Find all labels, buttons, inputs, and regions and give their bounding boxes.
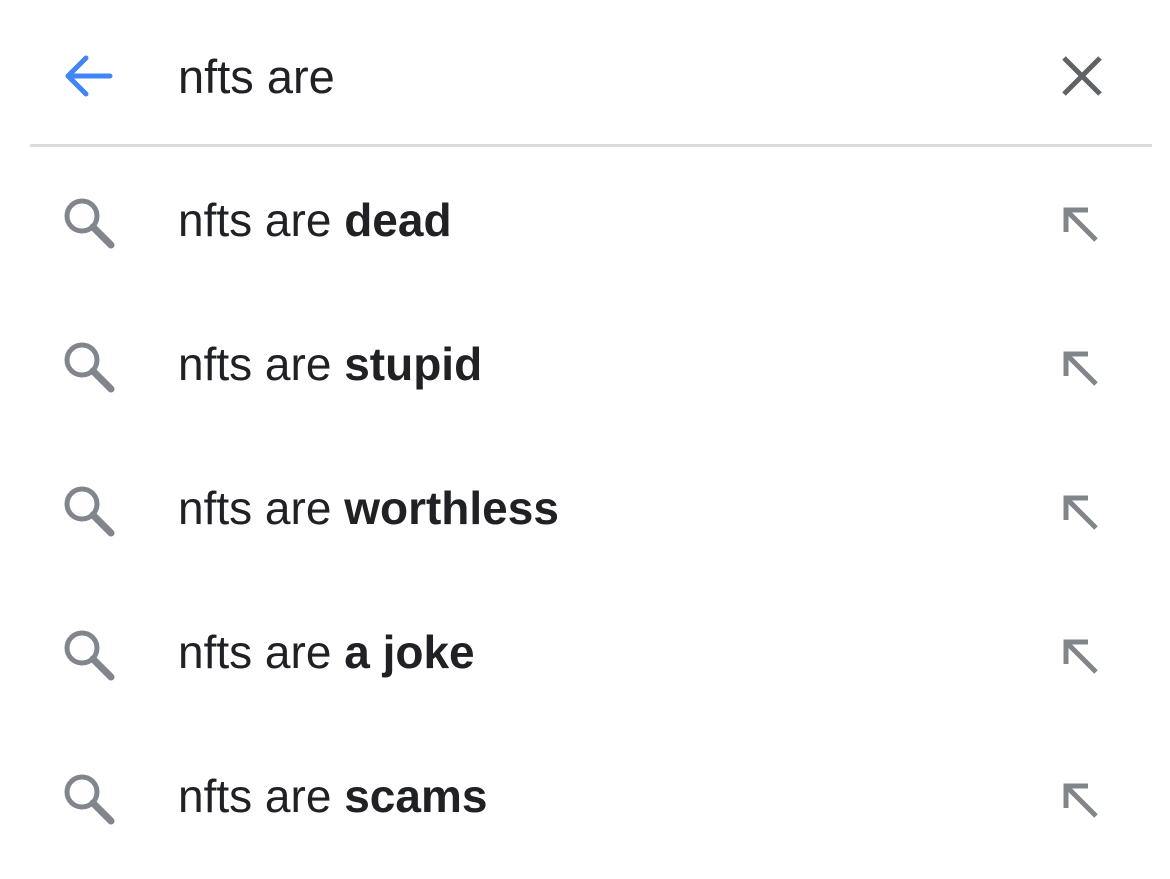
search-icon — [64, 342, 115, 393]
suggestion-completion: worthless — [344, 482, 559, 534]
suggestion-item[interactable]: nfts are stupid — [0, 292, 1170, 436]
search-bar — [0, 0, 1170, 146]
divider — [30, 144, 1152, 147]
suggestion-completion: stupid — [344, 338, 483, 390]
arrow-up-left-icon — [1063, 783, 1098, 818]
suggestion-item[interactable]: nfts are a joke — [0, 580, 1170, 724]
fill-query-button[interactable] — [1048, 768, 1112, 832]
search-input[interactable] — [178, 40, 998, 112]
fill-query-button[interactable] — [1048, 192, 1112, 256]
suggestion-prefix: nfts are — [178, 770, 345, 822]
suggestion-text: nfts are a joke — [178, 620, 475, 684]
arrow-up-left-icon — [1063, 351, 1098, 386]
close-icon — [1062, 56, 1102, 96]
suggestion-item[interactable]: nfts are dead — [0, 148, 1170, 292]
search-icon — [64, 774, 115, 825]
arrow-up-left-icon — [1063, 207, 1098, 242]
fill-query-button[interactable] — [1048, 624, 1112, 688]
arrow-up-left-icon — [1063, 639, 1098, 674]
suggestion-prefix: nfts are — [178, 626, 345, 678]
suggestion-text: nfts are worthless — [178, 476, 559, 540]
suggestion-list: nfts are dead nfts are stupid nfts are w… — [0, 148, 1170, 868]
suggestion-text: nfts are stupid — [178, 332, 482, 396]
arrow-left-icon — [65, 55, 113, 97]
fill-query-button[interactable] — [1048, 336, 1112, 400]
search-icon — [64, 630, 115, 681]
suggestion-item[interactable]: nfts are worthless — [0, 436, 1170, 580]
suggestion-prefix: nfts are — [178, 338, 345, 390]
suggestion-text: nfts are scams — [178, 764, 487, 828]
search-icon — [64, 486, 115, 537]
arrow-up-left-icon — [1063, 495, 1098, 530]
search-icon — [64, 198, 115, 249]
suggestion-item[interactable]: nfts are scams — [0, 724, 1170, 868]
fill-query-button[interactable] — [1048, 480, 1112, 544]
clear-button[interactable] — [1050, 44, 1114, 108]
suggestion-completion: a joke — [344, 626, 475, 678]
back-button[interactable] — [56, 44, 120, 108]
suggestion-prefix: nfts are — [178, 194, 345, 246]
suggestion-completion: dead — [344, 194, 452, 246]
suggestion-completion: scams — [344, 770, 488, 822]
suggestion-text: nfts are dead — [178, 188, 452, 252]
suggestion-prefix: nfts are — [178, 482, 345, 534]
